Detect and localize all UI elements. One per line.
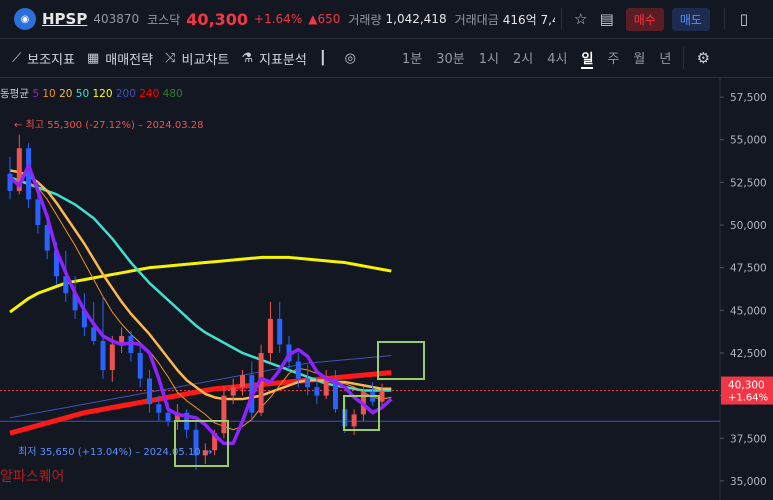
- trade-value: 416억 7,4: [502, 12, 555, 27]
- candle-body: [137, 352, 143, 379]
- sell-button[interactable]: 매도: [671, 7, 710, 31]
- market-name: 코스닥: [147, 12, 181, 27]
- ma-legend-entry: 200: [116, 88, 139, 100]
- chart-toolbar: ⟋ 보조지표 ▦ 매매전략 ⤨ 비교차트 ⚗ 지표분석 ┃ ◎ 1분 30분 1시 2…: [0, 39, 773, 78]
- top-bar: ◉ HPSP 403870 코스닥 40,300 +1.64% ▲650 거래량…: [0, 0, 773, 39]
- indicators-label: 보조지표: [27, 52, 75, 68]
- ma-legend-prefix: 동평균: [0, 88, 32, 100]
- timeframe-3[interactable]: 2시: [513, 48, 533, 69]
- candle-body: [91, 327, 97, 342]
- indicators-button[interactable]: ⟋ 보조지표: [12, 49, 75, 68]
- current-price-label: 40,300: [728, 380, 765, 392]
- y-tick-label: 55,000: [730, 135, 767, 147]
- ma-legend-entry: 240: [139, 88, 162, 100]
- clipboard-icon[interactable]: ▤: [594, 6, 620, 32]
- settings-gear-icon[interactable]: ⚙: [690, 45, 716, 71]
- candle-body: [277, 318, 283, 345]
- candle-body: [305, 378, 311, 388]
- candle-body: [35, 199, 41, 226]
- ma-legend-entry: 480: [163, 88, 183, 100]
- timeframe-4[interactable]: 4시: [547, 48, 567, 69]
- candle-body: [147, 378, 152, 405]
- divider: [723, 8, 725, 30]
- timeframe-1[interactable]: 30분: [436, 48, 465, 69]
- ticker-symbol[interactable]: HPSP: [42, 10, 87, 28]
- y-tick-label: 57,500: [730, 92, 767, 104]
- timeframe-0[interactable]: 1분: [402, 48, 422, 69]
- flask-icon: ⚗: [241, 50, 253, 66]
- timeframe-7[interactable]: 월: [633, 48, 645, 69]
- compare-label: 비교차트: [181, 52, 230, 68]
- stock-logo-icon: ◉: [14, 8, 36, 30]
- candle-body: [379, 390, 385, 402]
- y-tick-label: 37,500: [730, 433, 767, 445]
- y-tick-label: 50,000: [730, 220, 767, 232]
- divider: [560, 8, 562, 30]
- change-amount: ▲650: [308, 12, 341, 26]
- volume-label: 거래량: [348, 12, 382, 27]
- ma-legend-entry: 50: [76, 88, 93, 100]
- timeframe-6[interactable]: 주: [607, 48, 619, 69]
- y-tick-label: 47,500: [730, 263, 767, 275]
- candle-body: [7, 173, 13, 191]
- candle-body: [109, 344, 115, 371]
- ma-legend-entry: 120: [92, 88, 115, 100]
- watermark: 알파스퀘어: [0, 469, 64, 485]
- candle-body: [240, 375, 245, 388]
- trade-value-label: 거래대금: [454, 12, 499, 27]
- timeframe-8[interactable]: 년: [659, 48, 671, 69]
- candle-body: [323, 378, 329, 396]
- analysis-label: 지표분석: [259, 52, 307, 68]
- candle-body: [100, 341, 106, 371]
- ma-legend: 동평균 5 10 20 50 120 200 240 480: [0, 88, 183, 100]
- highlight-box-low: [174, 420, 229, 467]
- trend-line-icon: ⟋: [12, 50, 22, 66]
- y-tick-label: 35,000: [730, 476, 767, 488]
- ma-legend-entry: 20: [59, 88, 76, 100]
- screenshot-button[interactable]: ◎: [345, 51, 362, 66]
- current-price: 40,300: [186, 9, 249, 29]
- timeframe-5[interactable]: 일: [581, 48, 594, 69]
- layout-panel-icon[interactable]: ▯: [731, 6, 757, 32]
- candle-body: [230, 387, 236, 396]
- change-percent: +1.64%: [254, 12, 303, 26]
- high-annotation: ← 최고 55,300 (-27.12%) – 2024.03.28: [14, 119, 203, 131]
- chart-grid-icon: ▦: [86, 50, 100, 66]
- candle-body: [165, 412, 171, 422]
- candle-body: [267, 318, 273, 353]
- current-change-label: +1.64%: [728, 393, 768, 404]
- candle-body: [221, 395, 227, 434]
- timeframe-2[interactable]: 1시: [479, 48, 499, 69]
- strategy-button[interactable]: ▦ 매매전략: [87, 49, 153, 68]
- shuffle-icon: ⤨: [165, 50, 176, 66]
- strategy-label: 매매전략: [105, 52, 154, 68]
- compare-button[interactable]: ⤨ 비교차트: [165, 49, 229, 68]
- camera-icon: ◎: [344, 50, 357, 66]
- candle-body: [295, 361, 301, 379]
- analysis-button[interactable]: ⚗ 지표분석: [241, 49, 307, 68]
- y-tick-label: 52,500: [730, 177, 767, 189]
- candle-style-button[interactable]: ┃: [319, 51, 333, 66]
- candlestick-icon: ┃: [318, 50, 327, 66]
- divider: [683, 47, 685, 69]
- candle-body: [351, 414, 357, 427]
- ma-legend-entry: 10: [42, 88, 59, 100]
- buy-button[interactable]: 매수: [625, 7, 664, 31]
- low-annotation: 최저 35,650 (+13.04%) – 2024.05.10 →: [18, 446, 212, 458]
- candle-body: [314, 387, 320, 396]
- y-tick-label: 42,500: [730, 348, 767, 360]
- candle-body: [156, 404, 162, 413]
- star-icon[interactable]: ☆: [568, 6, 594, 32]
- price-chart[interactable]: 57,500 55,000 52,500 50,000 47,500 45,000 42,5…: [0, 78, 773, 500]
- volume-value: 1,042,418: [385, 12, 447, 26]
- ma-legend-entry: 5: [32, 88, 42, 100]
- stock-code: 403870: [93, 12, 140, 26]
- y-tick-label: 45,000: [730, 305, 767, 317]
